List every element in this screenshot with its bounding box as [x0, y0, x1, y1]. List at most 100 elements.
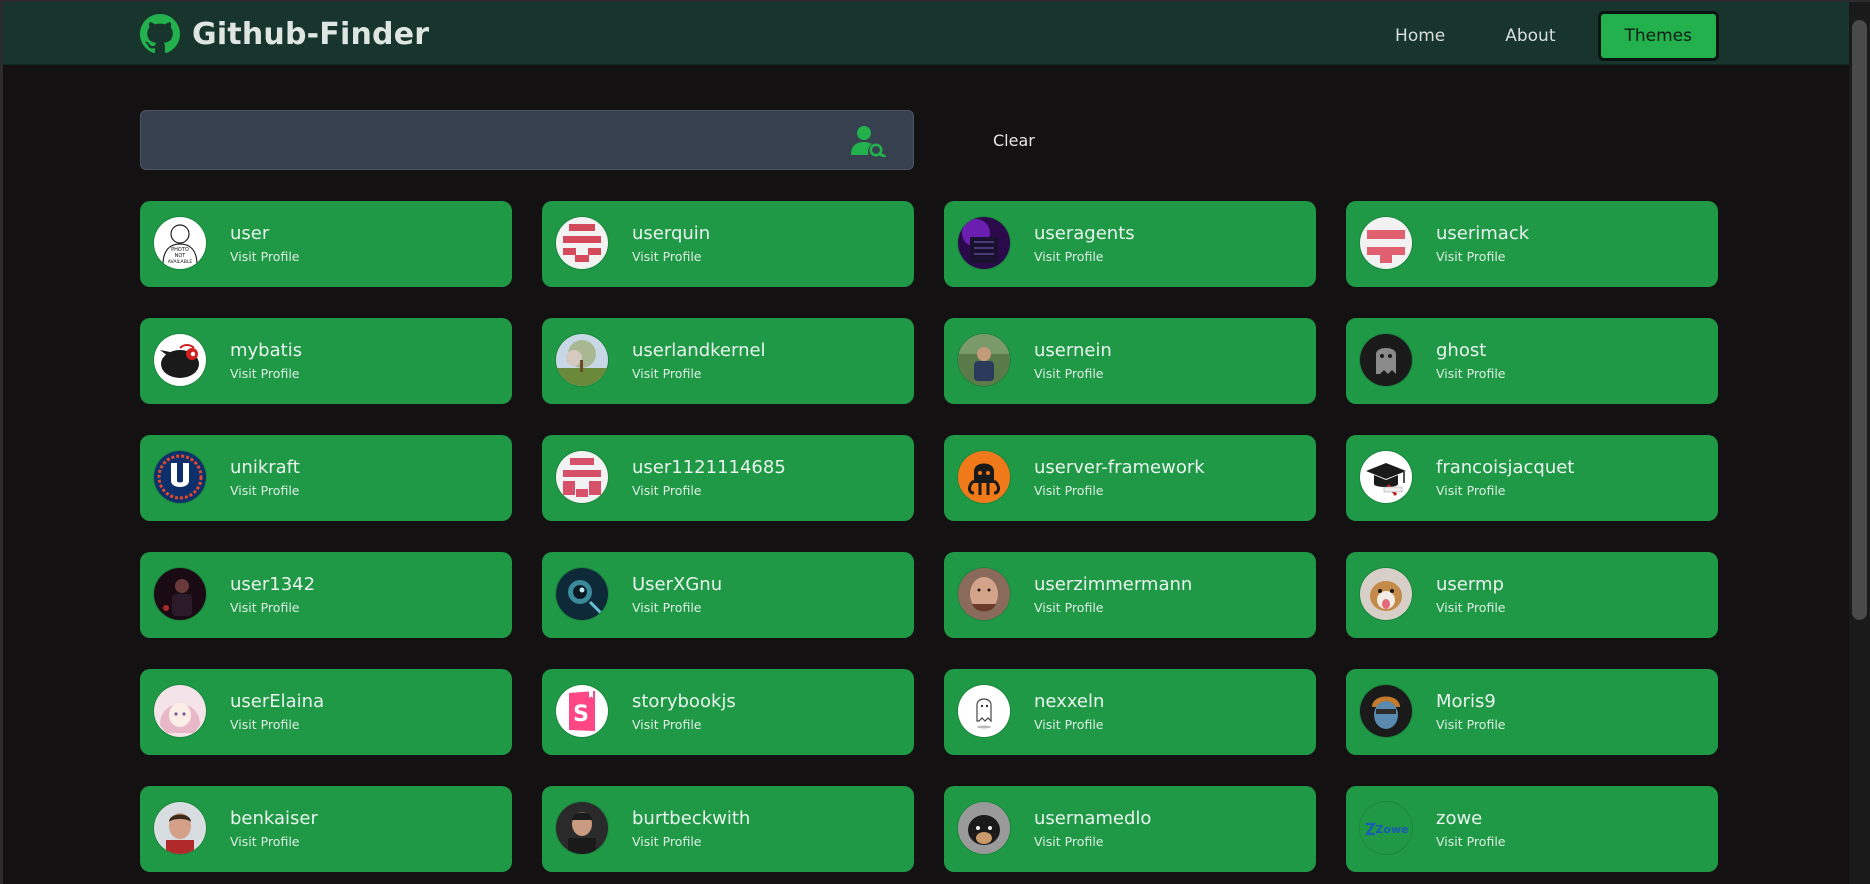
tree-photo-avatar [556, 334, 608, 386]
visit-profile-link[interactable]: Visit Profile [230, 366, 299, 381]
themes-button[interactable]: Themes [1597, 11, 1719, 61]
user-card[interactable]: PHOTO NOT AVAILABLE user Visit Profile [140, 201, 512, 287]
user-login: usermp [1436, 574, 1504, 595]
visit-profile-link[interactable]: Visit Profile [1034, 483, 1103, 498]
face-photo-avatar [958, 568, 1010, 620]
user-card[interactable]: mybatis Visit Profile [140, 318, 512, 404]
visit-profile-link[interactable]: Visit Profile [230, 834, 299, 849]
visit-profile-link[interactable]: Visit Profile [632, 249, 701, 264]
user-login: userzimmermann [1034, 574, 1193, 595]
nav-home-link[interactable]: Home [1369, 13, 1471, 59]
person-photo-avatar [958, 334, 1010, 386]
user-card[interactable]: userElaina Visit Profile [140, 669, 512, 755]
visit-profile-link[interactable]: Visit Profile [1436, 483, 1505, 498]
user-card[interactable]: userlandkernel Visit Profile [542, 318, 914, 404]
user-card[interactable]: usermp Visit Profile [1346, 552, 1718, 638]
nav-about-link[interactable]: About [1479, 13, 1581, 59]
visit-profile-link[interactable]: Visit Profile [1436, 366, 1505, 381]
user-card[interactable]: useragents Visit Profile [944, 201, 1316, 287]
user-card[interactable]: userzimmermann Visit Profile [944, 552, 1316, 638]
user-login: burtbeckwith [632, 808, 751, 829]
user-card[interactable]: user1121114685 Visit Profile [542, 435, 914, 521]
user-card[interactable]: UserXGnu Visit Profile [542, 552, 914, 638]
user-card[interactable]: unikraft Visit Profile [140, 435, 512, 521]
identicon-avatar [556, 217, 608, 269]
visit-profile-link[interactable]: Visit Profile [230, 249, 299, 264]
visit-profile-link[interactable]: Visit Profile [1436, 600, 1505, 615]
visit-profile-link[interactable]: Visit Profile [1034, 366, 1103, 381]
search-input[interactable] [155, 121, 839, 161]
identicon-avatar [1360, 217, 1412, 269]
visit-profile-link[interactable]: Visit Profile [1436, 717, 1505, 732]
user-card[interactable]: userver-framework Visit Profile [944, 435, 1316, 521]
app-title: Github-Finder [192, 16, 430, 52]
visit-profile-link[interactable]: Visit Profile [632, 717, 701, 732]
user-card[interactable]: francoisjacquet Visit Profile [1346, 435, 1718, 521]
user-card[interactable]: user1342 Visit Profile [140, 552, 512, 638]
brand[interactable]: Github-Finder [140, 14, 429, 54]
octopus-logo-avatar [958, 451, 1010, 503]
portrait-art-avatar [1360, 685, 1412, 737]
user-login: storybookjs [632, 691, 736, 712]
user-login: nexxeln [1034, 691, 1105, 712]
visit-profile-link[interactable]: Visit Profile [632, 600, 701, 615]
user-card[interactable]: ghost Visit Profile [1346, 318, 1718, 404]
user-login: user1121114685 [632, 457, 786, 478]
navbar: Github-Finder Home About Themes [3, 2, 1852, 65]
user-card[interactable]: nexxeln Visit Profile [944, 669, 1316, 755]
svg-text:S: S [573, 702, 589, 727]
user-login: benkaiser [230, 808, 318, 829]
user-results-grid: PHOTO NOT AVAILABLE user Visit Profile u… [140, 201, 1718, 872]
user-login: usernein [1034, 340, 1112, 361]
purple-photo-avatar [958, 217, 1010, 269]
visit-profile-link[interactable]: Visit Profile [632, 483, 701, 498]
user-login: userver-framework [1034, 457, 1205, 478]
bird-logo-avatar [154, 334, 206, 386]
user-login: unikraft [230, 457, 300, 478]
user-login: zowe [1436, 808, 1483, 829]
visit-profile-link[interactable]: Visit Profile [1034, 249, 1103, 264]
user-login: Moris9 [1436, 691, 1496, 712]
storybook-logo-avatar: S [556, 685, 608, 737]
nav-links: Home About Themes [1369, 11, 1719, 61]
user-card[interactable]: usernamedlo Visit Profile [944, 786, 1316, 872]
dark-photo-avatar [154, 568, 206, 620]
visit-profile-link[interactable]: Visit Profile [230, 600, 299, 615]
visit-profile-link[interactable]: Visit Profile [632, 366, 701, 381]
visit-profile-link[interactable]: Visit Profile [1436, 834, 1505, 849]
user-card[interactable]: Zowe zowe Visit Profile [1346, 786, 1718, 872]
user-card[interactable]: S storybookjs Visit Profile [542, 669, 914, 755]
user-card[interactable]: userimack Visit Profile [1346, 201, 1718, 287]
user-login: UserXGnu [632, 574, 723, 595]
user-login: ghost [1436, 340, 1487, 361]
browser-frame: Github-Finder Home About Themes Clear PH… [0, 0, 1870, 884]
sketch-ghost-avatar [958, 685, 1010, 737]
scrollbar-thumb[interactable] [1852, 20, 1867, 620]
svg-text:AVAILABLE: AVAILABLE [168, 259, 193, 265]
user-card[interactable]: burtbeckwith Visit Profile [542, 786, 914, 872]
user-search-icon[interactable] [851, 125, 887, 157]
clear-button[interactable]: Clear [981, 124, 1047, 158]
user-login: userlandkernel [632, 340, 766, 361]
user-login: useragents [1034, 223, 1135, 244]
identicon-avatar [556, 451, 608, 503]
user-card[interactable]: benkaiser Visit Profile [140, 786, 512, 872]
dog-face-avatar [958, 802, 1010, 854]
visit-profile-link[interactable]: Visit Profile [230, 483, 299, 498]
visit-profile-link[interactable]: Visit Profile [1436, 249, 1505, 264]
user-card[interactable]: Moris9 Visit Profile [1346, 669, 1718, 755]
ghost-avatar [1360, 334, 1412, 386]
vertical-scrollbar[interactable] [1849, 2, 1870, 884]
user-login: userquin [632, 223, 711, 244]
visit-profile-link[interactable]: Visit Profile [1034, 834, 1103, 849]
visit-profile-link[interactable]: Visit Profile [230, 717, 299, 732]
anime-art-avatar [154, 685, 206, 737]
visit-profile-link[interactable]: Visit Profile [632, 834, 701, 849]
user-card[interactable]: usernein Visit Profile [944, 318, 1316, 404]
user-login: francoisjacquet [1436, 457, 1575, 478]
visit-profile-link[interactable]: Visit Profile [1034, 600, 1103, 615]
man-photo-avatar [556, 802, 608, 854]
visit-profile-link[interactable]: Visit Profile [1034, 717, 1103, 732]
user-card[interactable]: userquin Visit Profile [542, 201, 914, 287]
user-login: user1342 [230, 574, 316, 595]
